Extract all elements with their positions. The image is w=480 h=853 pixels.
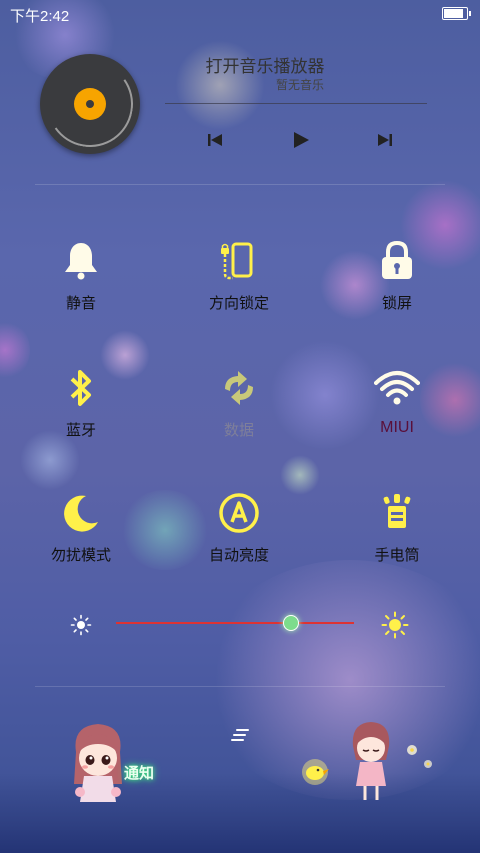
- bird-icon: [302, 759, 329, 785]
- toggle-label: 静音: [65, 294, 96, 312]
- data-sync-icon: [225, 371, 253, 405]
- music-progress-line: [165, 103, 427, 104]
- toggle-label: 锁屏: [381, 294, 412, 312]
- toggle-wifi[interactable]: MIUI: [337, 365, 457, 437]
- menu-lines-icon[interactable]: [230, 728, 250, 742]
- toggle-rotation-lock[interactable]: 方向锁定: [179, 238, 299, 313]
- divider-top: [35, 184, 445, 185]
- vinyl-disc-icon[interactable]: [40, 54, 140, 154]
- toggle-lock-screen[interactable]: 锁屏: [337, 238, 457, 313]
- toggle-label: MIUI: [380, 419, 414, 436]
- music-title[interactable]: 打开音乐播放器: [165, 52, 365, 77]
- brightness-slider-thumb[interactable]: [282, 615, 299, 631]
- toggle-label: 自动亮度: [208, 546, 269, 564]
- toggle-bluetooth[interactable]: 蓝牙: [21, 365, 141, 440]
- toggle-label: 方向锁定: [208, 294, 269, 312]
- toggle-label: 勿扰模式: [50, 546, 111, 564]
- status-bar: 下午2:42: [0, 0, 480, 28]
- auto-brightness-icon: [219, 493, 259, 533]
- flashlight-icon: [383, 494, 411, 528]
- wifi-icon: [374, 371, 420, 405]
- status-time: 下午2:42: [10, 8, 70, 25]
- cartoon-girl-left: [74, 724, 122, 802]
- moon-icon: [64, 495, 98, 532]
- battery-icon: [442, 7, 471, 20]
- rotation-lock-icon: [221, 242, 253, 280]
- flowers-decoration: [407, 745, 432, 768]
- toggle-label: 数据: [223, 421, 254, 439]
- play-icon[interactable]: [291, 130, 311, 150]
- bluetooth-icon: [70, 370, 91, 406]
- toggle-mute[interactable]: 静音: [21, 238, 141, 313]
- music-subtitle: 暂无音乐: [275, 78, 324, 92]
- brightness-slider[interactable]: [116, 622, 354, 624]
- toggle-auto-brightness[interactable]: 自动亮度: [179, 490, 299, 565]
- cartoon-girl-right: [352, 722, 390, 800]
- toggle-flashlight[interactable]: 手电筒: [337, 490, 457, 565]
- lock-icon: [382, 240, 412, 279]
- brightness-high-icon: [381, 611, 409, 639]
- toggle-label: 蓝牙: [65, 421, 96, 439]
- toggle-data[interactable]: 数据: [179, 365, 299, 440]
- toggle-do-not-disturb[interactable]: 勿扰模式: [21, 490, 141, 565]
- brightness-low-icon: [70, 614, 92, 636]
- divider-bottom: [35, 686, 445, 687]
- next-icon[interactable]: [375, 130, 395, 150]
- bell-icon: [65, 243, 97, 280]
- toggle-label: 手电筒: [374, 546, 420, 564]
- notification-label[interactable]: 通知: [124, 762, 154, 783]
- previous-icon[interactable]: [205, 130, 225, 150]
